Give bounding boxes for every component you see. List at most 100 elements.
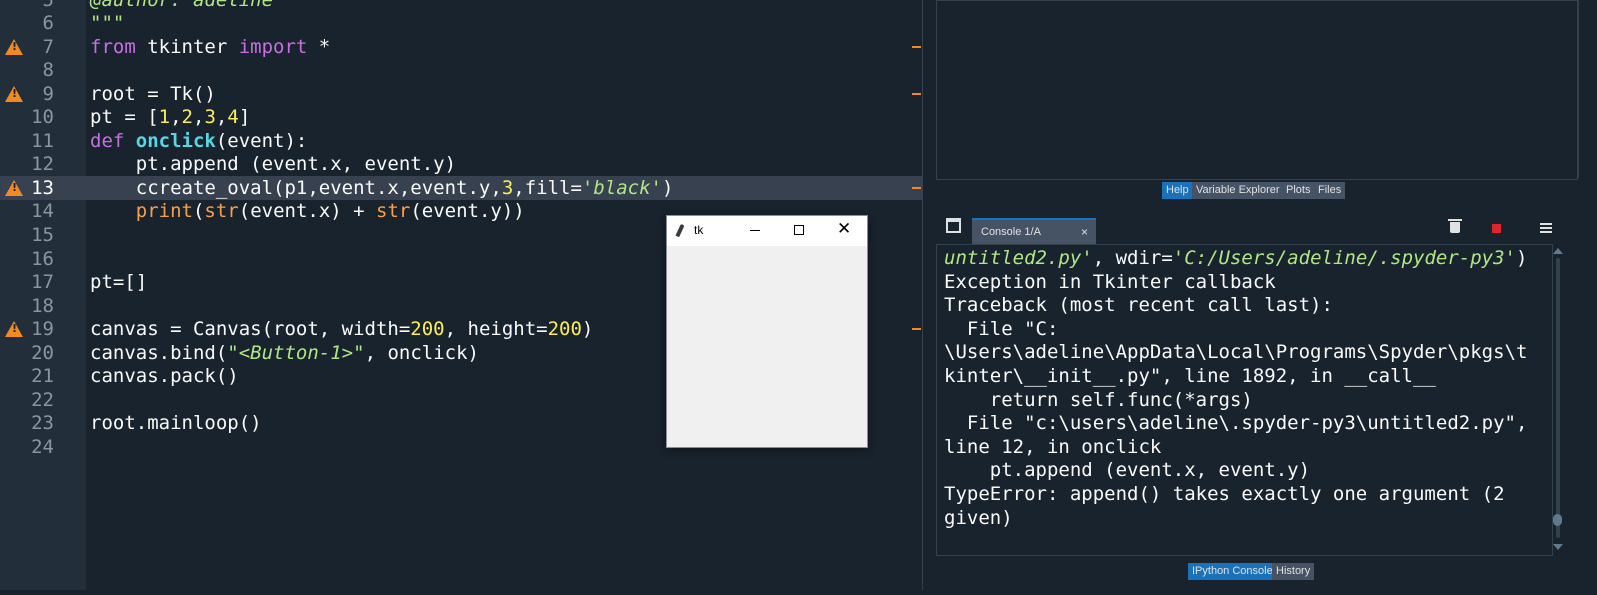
warning-marker[interactable] xyxy=(912,328,921,331)
scroll-track[interactable] xyxy=(1556,258,1560,538)
tab-files[interactable]: Files xyxy=(1314,182,1346,199)
code-token: ,fill= xyxy=(513,176,582,199)
console-token: File "C: xyxy=(944,317,1059,340)
code-token: ) xyxy=(581,318,594,341)
bottom-pane-tabbar: IPython Console History xyxy=(932,560,1597,582)
warning-marker[interactable] xyxy=(912,45,921,48)
line-number: 7 xyxy=(42,35,54,58)
code-token: """ xyxy=(90,12,125,35)
code-token: from xyxy=(90,35,136,58)
code-line[interactable]: 10 pt = [1,2,3,4] xyxy=(0,105,922,129)
warning-marker[interactable] xyxy=(912,186,921,189)
code-text: def onclick(event): xyxy=(90,129,307,153)
code-token: canvas = Canvas(root, width= xyxy=(90,318,411,341)
tab-plots[interactable]: Plots xyxy=(1282,182,1315,199)
tk-window[interactable]: tk ✕ xyxy=(666,215,868,448)
console-token: return self.func(*args) xyxy=(944,388,1253,411)
console-token: untitled2.py' xyxy=(944,247,1093,269)
code-line[interactable]: 13 ccreate_oval(p1,event.x,event.y,3,fil… xyxy=(0,175,922,200)
tab-history[interactable]: History xyxy=(1272,563,1315,580)
console-line: return self.func(*args) xyxy=(944,388,1253,412)
console-line: Exception in Tkinter callback xyxy=(944,270,1276,294)
code-token: , onclick) xyxy=(364,341,479,364)
help-scrollbar[interactable] xyxy=(1578,0,1593,178)
console-token: ) xyxy=(1515,247,1528,269)
code-token: , xyxy=(215,106,228,129)
code-token: pt.append (event.x, event.y) xyxy=(90,153,457,176)
close-icon[interactable]: ✕ xyxy=(837,219,851,239)
top-pane-tabbar: Help Variable Explorer Plots Files xyxy=(932,179,1597,201)
tab-variable-explorer[interactable]: Variable Explorer xyxy=(1192,182,1284,199)
maximize-icon[interactable] xyxy=(794,225,804,235)
code-line[interactable]: 6 """ xyxy=(0,11,922,35)
code-token: import xyxy=(238,35,308,58)
code-token: ( xyxy=(192,200,205,223)
code-token: pt = [ xyxy=(90,106,159,129)
console-line: TypeError: append() takes exactly one ar… xyxy=(944,482,1505,506)
console-token: Traceback (most recent call last): xyxy=(944,294,1333,317)
code-token: 1 xyxy=(158,106,171,129)
trash-icon[interactable] xyxy=(1448,219,1462,233)
tk-feather-icon xyxy=(675,223,685,238)
code-text: pt=[] xyxy=(90,270,147,294)
tk-canvas[interactable] xyxy=(667,246,867,447)
code-text: from tkinter import * xyxy=(90,35,330,59)
tk-title-bar[interactable]: tk ✕ xyxy=(667,216,867,246)
code-line[interactable]: 5 @author: adeline xyxy=(0,0,922,12)
console-line: given) xyxy=(944,506,1013,530)
code-token: ] xyxy=(238,106,251,129)
console-tab[interactable]: Console 1/A × xyxy=(972,218,1096,244)
console-line: Traceback (most recent call last): xyxy=(944,293,1333,317)
code-token: root = Tk() xyxy=(90,82,216,105)
code-line[interactable]: 11 def onclick(event): xyxy=(0,129,922,153)
console-scrollbar[interactable] xyxy=(1552,244,1564,556)
line-number: 17 xyxy=(31,271,54,294)
code-text: canvas.pack() xyxy=(90,364,239,388)
code-token: root.mainloop() xyxy=(90,412,262,435)
line-number: 24 xyxy=(31,435,54,458)
console-token: given) xyxy=(944,506,1013,529)
scroll-up-arrow-icon[interactable] xyxy=(1553,248,1563,254)
code-token: 200 xyxy=(410,318,445,341)
code-text: root = Tk() xyxy=(90,82,216,106)
tab-ipython-console[interactable]: IPython Console xyxy=(1188,563,1277,580)
code-text: """ xyxy=(90,11,124,35)
code-token: onclick xyxy=(135,129,216,152)
console-token: line 12, in onclick xyxy=(944,435,1162,458)
code-text: canvas = Canvas(root, width=200, height=… xyxy=(90,317,593,341)
code-token: * xyxy=(307,35,331,58)
minimize-icon[interactable] xyxy=(750,230,760,231)
line-number: 6 xyxy=(42,12,54,35)
line-number: 8 xyxy=(42,59,54,82)
code-token: canvas.pack() xyxy=(90,365,239,388)
console-line: \Users\adeline\AppData\Local\Programs\Sp… xyxy=(944,340,1527,364)
scroll-down-arrow-icon[interactable] xyxy=(1553,544,1563,550)
code-token: def xyxy=(90,129,125,152)
hamburger-menu-icon[interactable] xyxy=(1540,223,1552,225)
line-number: 13 xyxy=(31,176,54,199)
code-token: , xyxy=(170,106,182,129)
window-icon[interactable] xyxy=(946,218,961,233)
code-line[interactable]: 7 from tkinter import * xyxy=(0,35,922,59)
scroll-thumb[interactable] xyxy=(1553,514,1562,526)
stop-icon[interactable] xyxy=(1492,224,1501,233)
code-token: canvas.bind( xyxy=(90,341,228,364)
ipython-console-output[interactable]: untitled2.py', wdir='C:/Users/adeline/.s… xyxy=(936,244,1553,556)
tab-help[interactable]: Help xyxy=(1162,182,1193,199)
code-token: ccreate_oval(p1,event.x,event.y, xyxy=(90,176,502,199)
code-token: str xyxy=(204,200,239,223)
line-number: 14 xyxy=(31,200,54,223)
console-token: kinter\__init__.py", line 1892, in __cal… xyxy=(944,365,1436,387)
close-icon[interactable]: × xyxy=(1081,220,1088,244)
code-line[interactable]: 12 pt.append (event.x, event.y) xyxy=(0,152,922,176)
code-line[interactable]: 9 root = Tk() xyxy=(0,82,922,106)
line-number: 20 xyxy=(31,341,54,364)
console-token: TypeError: append() takes exactly one ar… xyxy=(944,483,1505,505)
warning-marker[interactable] xyxy=(912,92,921,95)
code-token: str xyxy=(376,200,411,223)
tk-window-title: tk xyxy=(694,223,704,237)
code-line[interactable]: 8 xyxy=(0,58,922,82)
code-token: (event.y)) xyxy=(410,200,525,223)
line-number: 5 xyxy=(0,0,54,12)
